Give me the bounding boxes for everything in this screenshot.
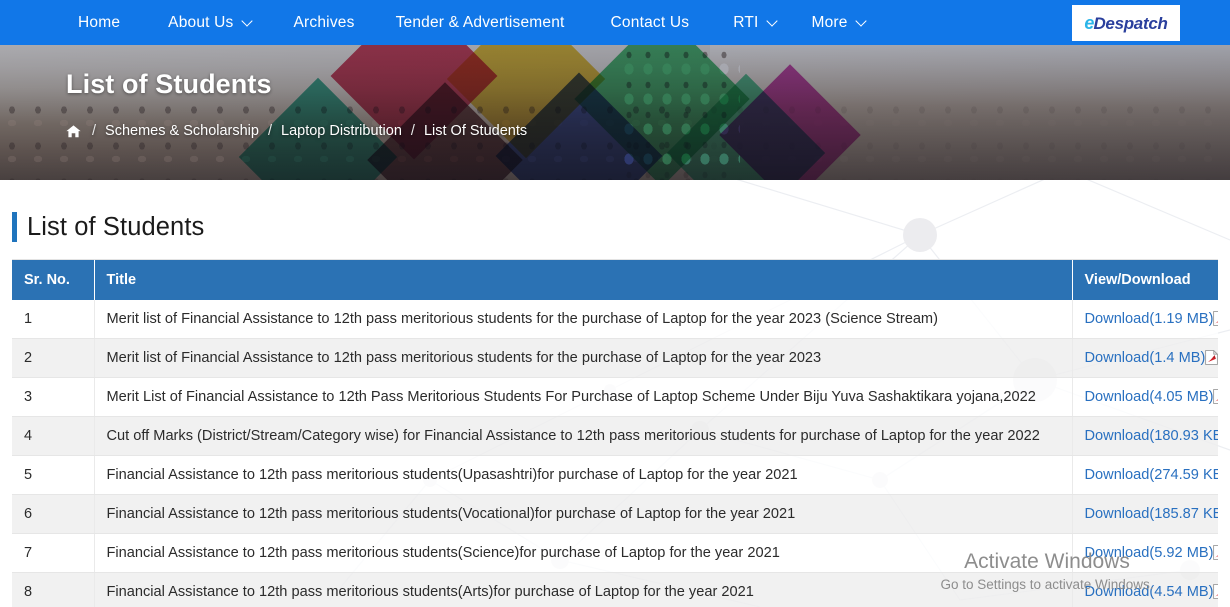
nav-item-label: Contact Us xyxy=(610,13,690,31)
breadcrumb-separator: / xyxy=(410,123,415,139)
cell-title: Financial Assistance to 12th pass merito… xyxy=(94,494,1073,534)
title-accent-bar xyxy=(12,212,17,242)
nav-item-list: Home About Us Archives Tender & Advertiseme… xyxy=(0,0,1230,45)
cell-title: Financial Assistance to 12th pass merito… xyxy=(94,533,1073,573)
banner-title: List of Students xyxy=(66,69,272,99)
nav-item-rti[interactable]: RTI xyxy=(733,0,776,45)
breadcrumb: / Schemes & Scholarship / Laptop Distributi… xyxy=(66,123,527,139)
main-content: List of Students Sr. No. Title View/Downlo… xyxy=(0,180,1230,607)
page-title-row: List of Students xyxy=(0,212,1230,242)
cell-view-download: Download(5.92 MB) xyxy=(1072,533,1218,573)
breadcrumb-item-list-of-students: List Of Students xyxy=(423,123,528,139)
home-icon[interactable] xyxy=(66,124,81,138)
cell-view-download: Download(274.59 KB) xyxy=(1072,455,1219,495)
cell-serial-number: 6 xyxy=(12,494,95,534)
page-title: List of Students xyxy=(27,212,205,241)
nav-item-tender-advertisement[interactable]: Tender & Advertisement xyxy=(396,0,565,45)
cell-serial-number: 3 xyxy=(12,377,95,417)
column-header-view-download: View/Download xyxy=(1072,260,1218,300)
cell-serial-number: 7 xyxy=(12,533,95,573)
download-link[interactable]: Download(4.54 MB) xyxy=(1085,584,1214,600)
cell-view-download: Download(4.05 MB) xyxy=(1072,377,1218,417)
pdf-icon[interactable] xyxy=(1213,311,1218,326)
download-link[interactable]: Download(5.92 MB) xyxy=(1085,545,1214,561)
cell-title: Merit list of Financial Assistance to 12… xyxy=(94,300,1073,339)
download-link[interactable]: Download(1.4 MB) xyxy=(1085,350,1206,366)
table-head: Sr. No. Title View/Download xyxy=(12,260,1218,300)
table-row: 3 Merit List of Financial Assistance to 1… xyxy=(12,377,1218,417)
banner-content: List of Students / Schemes & Scholarship /… xyxy=(0,45,1230,180)
nav-item-label: RTI xyxy=(733,13,759,31)
page-banner: List of Students / Schemes & Scholarship /… xyxy=(0,45,1230,180)
table-row: 2 Merit list of Financial Assistance to 1… xyxy=(12,338,1218,378)
students-list-table: Sr. No. Title View/Download 1 Merit list of… xyxy=(12,260,1218,607)
cell-view-download: Download(180.93 KB) xyxy=(1072,416,1219,456)
download-link[interactable]: Download(1.19 MB) xyxy=(1085,311,1214,327)
download-link[interactable]: Download(185.87 KB) xyxy=(1085,506,1219,522)
cell-title: Financial Assistance to 12th pass merito… xyxy=(94,455,1073,495)
table-row: 8 Financial Assistance to 12th pass merit… xyxy=(12,572,1218,607)
cell-title: Financial Assistance to 12th pass merito… xyxy=(94,572,1073,607)
chevron-down-icon[interactable] xyxy=(857,17,866,26)
edespatch-logo-word: Despatch xyxy=(1093,13,1168,33)
cell-serial-number: 4 xyxy=(12,416,95,456)
breadcrumb-item-schemes-scholarship[interactable]: Schemes & Scholarship xyxy=(105,123,259,139)
nav-item-contact-us[interactable]: Contact Us xyxy=(611,0,690,45)
cell-serial-number: 1 xyxy=(12,300,95,339)
nav-item-more[interactable]: More xyxy=(812,0,866,45)
table-row: 1 Merit list of Financial Assistance to 1… xyxy=(12,300,1218,339)
cell-view-download: Download(1.19 MB) xyxy=(1072,300,1218,339)
breadcrumb-separator: / xyxy=(267,123,272,139)
nav-item-home[interactable]: Home xyxy=(78,0,120,45)
cell-title: Cut off Marks (District/Stream/Category … xyxy=(94,416,1073,456)
breadcrumb-separator: / xyxy=(92,123,97,139)
pdf-icon[interactable] xyxy=(1205,350,1218,365)
download-link[interactable]: Download(274.59 KB) xyxy=(1085,467,1219,483)
chevron-down-icon[interactable] xyxy=(768,17,777,26)
table-body: 1 Merit list of Financial Assistance to 1… xyxy=(12,300,1218,607)
table-header-row: Sr. No. Title View/Download xyxy=(12,260,1218,300)
table-container: Sr. No. Title View/Download 1 Merit list of… xyxy=(12,259,1218,607)
cell-serial-number: 5 xyxy=(12,455,95,495)
table-row: 7 Financial Assistance to 12th pass merit… xyxy=(12,533,1218,573)
column-header-sr-no: Sr. No. xyxy=(12,260,95,300)
cell-title: Merit List of Financial Assistance to 12… xyxy=(94,377,1073,417)
column-header-title: Title xyxy=(94,260,1073,300)
cell-title: Merit list of Financial Assistance to 12… xyxy=(94,338,1073,378)
pdf-icon[interactable] xyxy=(1213,584,1218,599)
nav-item-about-us[interactable]: About Us xyxy=(168,0,251,45)
nav-item-label: About Us xyxy=(168,13,234,31)
cell-serial-number: 2 xyxy=(12,338,95,378)
table-row: 6 Financial Assistance to 12th pass merit… xyxy=(12,494,1219,534)
nav-item-label: More xyxy=(811,13,848,31)
download-link[interactable]: Download(180.93 KB) xyxy=(1085,428,1219,444)
pdf-icon[interactable] xyxy=(1213,389,1218,404)
chevron-down-icon[interactable] xyxy=(243,17,252,26)
nav-item-label: Home xyxy=(78,13,121,31)
cell-view-download: Download(185.87 KB) xyxy=(1072,494,1219,534)
cell-view-download: Download(1.4 MB) xyxy=(1072,338,1218,378)
top-navigation-bar: Home About Us Archives Tender & Advertiseme… xyxy=(0,0,1230,45)
pdf-icon[interactable] xyxy=(1213,545,1218,560)
breadcrumb-item-laptop-distribution[interactable]: Laptop Distribution xyxy=(281,123,402,139)
download-link[interactable]: Download(4.05 MB) xyxy=(1085,389,1214,405)
nav-item-label: Archives xyxy=(293,13,355,31)
edespatch-logo[interactable]: e Despatch xyxy=(1072,5,1180,41)
cell-view-download: Download(4.54 MB) xyxy=(1072,572,1218,607)
nav-item-archives[interactable]: Archives xyxy=(294,0,355,45)
cell-serial-number: 8 xyxy=(12,572,95,607)
table-row: 5 Financial Assistance to 12th pass merit… xyxy=(12,455,1219,495)
nav-item-label: Tender & Advertisement xyxy=(395,13,565,31)
table-row: 4 Cut off Marks (District/Stream/Category… xyxy=(12,416,1219,456)
